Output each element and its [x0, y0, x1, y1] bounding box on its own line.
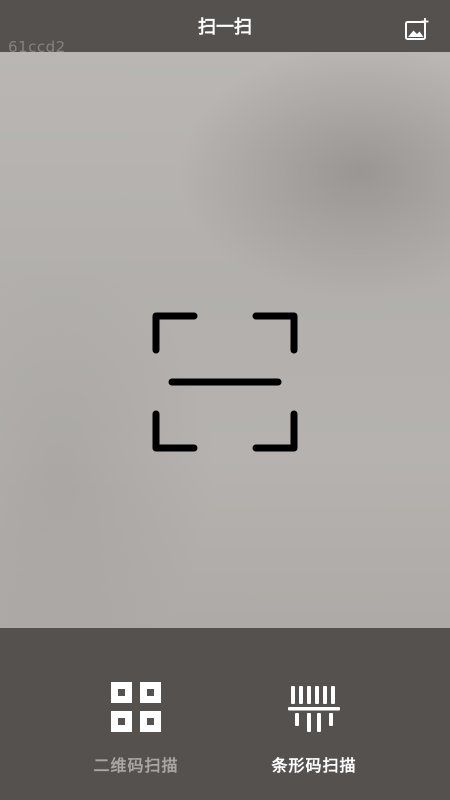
barcode-icon — [287, 680, 341, 734]
scan-frame-icon — [152, 312, 298, 452]
page-title: 扫一扫 — [198, 17, 252, 38]
qr-scan-mode-label: 二维码扫描 — [93, 756, 179, 775]
qr-code-icon — [109, 680, 163, 734]
barcode-scan-mode-label: 条形码扫描 — [271, 756, 357, 775]
qr-scan-mode-button[interactable]: 二维码扫描 — [66, 680, 206, 776]
barcode-scan-mode-button[interactable]: 条形码扫描 — [244, 680, 384, 776]
bottom-bar: 二维码扫描 条形码扫描 — [0, 628, 450, 800]
album-button[interactable] — [404, 17, 430, 43]
image-add-icon — [404, 17, 430, 43]
